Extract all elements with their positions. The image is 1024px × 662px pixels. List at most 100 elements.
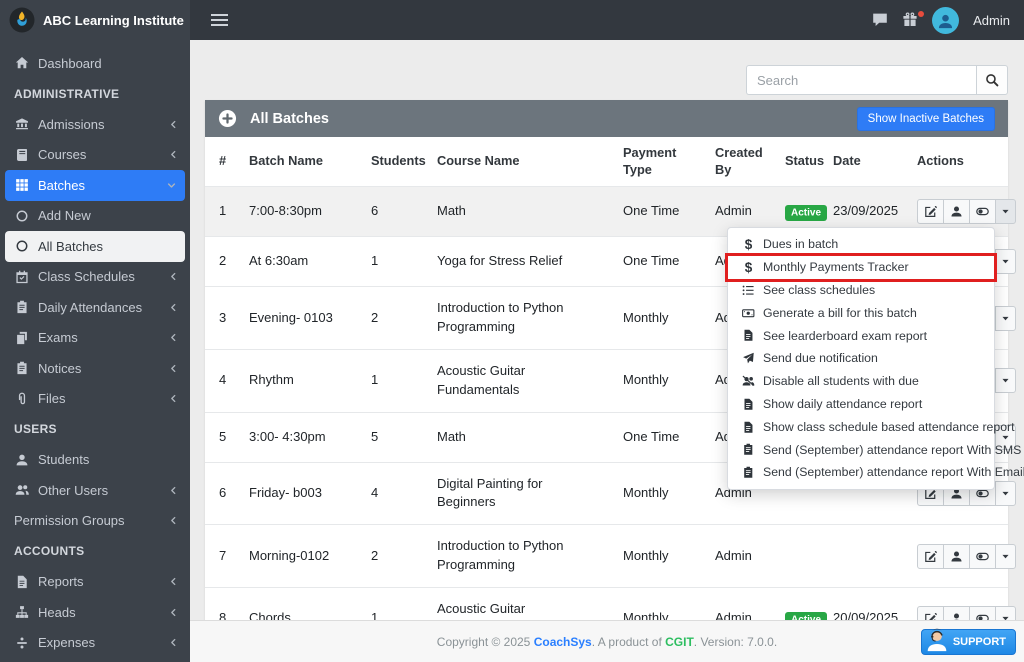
file-icon xyxy=(14,575,30,589)
sidebar-item-batches[interactable]: Batches xyxy=(5,170,185,201)
brand[interactable]: ABC Learning Institute xyxy=(0,0,190,40)
sidebar-item-all-batches[interactable]: All Batches xyxy=(5,231,185,262)
row-actions xyxy=(917,199,1016,224)
sidebar-item-label: Add New xyxy=(38,208,91,223)
cell-number: 5 xyxy=(205,412,239,462)
clipboard-icon xyxy=(741,443,756,456)
batch-students-button[interactable] xyxy=(943,544,970,569)
menu-item-show-class-schedule-based-attendance-report[interactable]: Show class schedule based attendance rep… xyxy=(728,415,994,438)
edit-button[interactable] xyxy=(917,199,944,224)
batch-students-button[interactable] xyxy=(943,199,970,224)
paperclip-icon xyxy=(14,392,30,406)
sidebar-item-reports[interactable]: Reports xyxy=(0,567,190,598)
menu-item-send-due-notification[interactable]: Send due notification xyxy=(728,347,994,370)
sidebar-item-students[interactable]: Students xyxy=(0,445,190,476)
sidebar-section-administrative: ADMINISTRATIVE xyxy=(0,79,190,110)
brand-title: ABC Learning Institute xyxy=(43,13,184,28)
menu-item-label: Show class schedule based attendance rep… xyxy=(763,420,1015,434)
clipboard-icon xyxy=(14,361,30,375)
menu-item-see-class-schedules[interactable]: See class schedules xyxy=(728,279,994,302)
more-actions-button[interactable] xyxy=(995,199,1016,224)
sidebar-item-permission-groups[interactable]: Permission Groups xyxy=(0,506,190,537)
menu-item-show-daily-attendance-report[interactable]: Show daily attendance report xyxy=(728,393,994,416)
cell-batch-name: Evening- 0103 xyxy=(239,287,361,350)
search-input[interactable] xyxy=(746,65,976,95)
column-header-payment-type: Payment Type xyxy=(613,137,705,187)
sidebar-item-daily-attendances[interactable]: Daily Attendances xyxy=(0,292,190,323)
avatar[interactable] xyxy=(932,7,959,34)
copyright-prefix: Copyright © 2025 xyxy=(437,635,534,649)
sidebar-item-label: Class Schedules xyxy=(38,269,135,284)
chevron-left-icon xyxy=(169,303,178,312)
sidebar-item-label: Expenses xyxy=(38,635,95,650)
cell-course-name: Introduction to Python Programming xyxy=(427,525,613,588)
more-actions-button[interactable] xyxy=(995,249,1016,274)
cell-payment-type: Monthly xyxy=(613,287,705,350)
sidebar-item-other-users[interactable]: Other Users xyxy=(0,475,190,506)
search-button[interactable] xyxy=(976,65,1008,95)
sidebar-toggle-button[interactable] xyxy=(205,13,234,27)
menu-item-monthly-payments-tracker[interactable]: $Monthly Payments Tracker xyxy=(728,256,994,279)
search-bar xyxy=(746,65,1008,95)
chevron-left-icon xyxy=(169,394,178,403)
username[interactable]: Admin xyxy=(973,13,1010,28)
sidebar-item-notices[interactable]: Notices xyxy=(0,353,190,384)
messages-icon[interactable] xyxy=(872,12,888,28)
support-button[interactable]: SUPPORT xyxy=(921,629,1016,655)
support-agent-icon xyxy=(923,625,951,653)
toggle-status-button[interactable] xyxy=(969,544,996,569)
sidebar-item-class-schedules[interactable]: Class Schedules xyxy=(0,262,190,293)
cell-course-name: Introduction to Python Programming xyxy=(427,287,613,350)
cell-students: 1 xyxy=(361,237,427,287)
sidebar-item-exams[interactable]: Exams xyxy=(0,323,190,354)
menu-item-label: Disable all students with due xyxy=(763,374,919,388)
sidebar-item-admissions[interactable]: Admissions xyxy=(0,109,190,140)
radio-icon xyxy=(14,209,30,223)
cell-payment-type: One Time xyxy=(613,412,705,462)
row-actions xyxy=(917,544,1016,569)
cell-students: 6 xyxy=(361,187,427,237)
show-inactive-batches-button[interactable]: Show Inactive Batches xyxy=(857,107,995,131)
toggle-status-button[interactable] xyxy=(969,199,996,224)
sidebar-item-add-new[interactable]: Add New xyxy=(0,201,190,232)
more-actions-button[interactable] xyxy=(995,306,1016,331)
chevron-left-icon xyxy=(169,638,178,647)
sidebar-section-accounts: ACCOUNTS xyxy=(0,536,190,567)
radio-icon xyxy=(14,239,30,253)
sidebar-item-label: Other Users xyxy=(38,483,108,498)
cgit-link[interactable]: CGIT xyxy=(665,635,694,649)
menu-item-send-september-attendance-report-with-email[interactable]: Send (September) attendance report With … xyxy=(728,461,994,484)
user-icon xyxy=(14,453,30,467)
chevron-left-icon xyxy=(169,150,178,159)
sidebar-item-expenses[interactable]: Expenses xyxy=(0,628,190,659)
menu-item-label: Send (September) attendance report With … xyxy=(763,443,1021,457)
book-icon xyxy=(14,148,30,162)
sidebar-item-label: Permission Groups xyxy=(14,513,125,528)
gift-icon[interactable] xyxy=(902,12,918,28)
sidebar-item-dashboard[interactable]: Dashboard xyxy=(0,48,190,79)
cell-batch-name: At 6:30am xyxy=(239,237,361,287)
more-actions-button[interactable] xyxy=(995,368,1016,393)
more-actions-button[interactable] xyxy=(995,481,1016,506)
menu-item-label: Dues in batch xyxy=(763,237,838,251)
support-label: SUPPORT xyxy=(953,636,1006,648)
chevron-left-icon xyxy=(169,120,178,129)
edit-button[interactable] xyxy=(917,544,944,569)
menu-item-dues-in-batch[interactable]: $Dues in batch xyxy=(728,233,994,256)
cell-created-by: Admin xyxy=(705,525,775,588)
cell-course-name: Math xyxy=(427,412,613,462)
sidebar-item-heads[interactable]: Heads xyxy=(0,597,190,628)
cell-payment-type: One Time xyxy=(613,237,705,287)
more-actions-button[interactable] xyxy=(995,544,1016,569)
add-batch-icon[interactable] xyxy=(218,109,237,128)
sidebar-item-courses[interactable]: Courses xyxy=(0,140,190,171)
sidebar-item-files[interactable]: Files xyxy=(0,384,190,415)
menu-item-generate-a-bill-for-this-batch[interactable]: Generate a bill for this batch xyxy=(728,301,994,324)
menu-item-see-learderboard-exam-report[interactable]: See learderboard exam report xyxy=(728,324,994,347)
coachsys-link[interactable]: CoachSys xyxy=(534,635,592,649)
column-header-status: Status xyxy=(775,137,823,187)
menu-item-disable-all-students-with-due[interactable]: Disable all students with due xyxy=(728,370,994,393)
cell-batch-name: 3:00- 4:30pm xyxy=(239,412,361,462)
sidebar: DashboardADMINISTRATIVEAdmissionsCourses… xyxy=(0,40,190,662)
menu-item-send-september-attendance-report-with-sms[interactable]: Send (September) attendance report With … xyxy=(728,438,994,461)
